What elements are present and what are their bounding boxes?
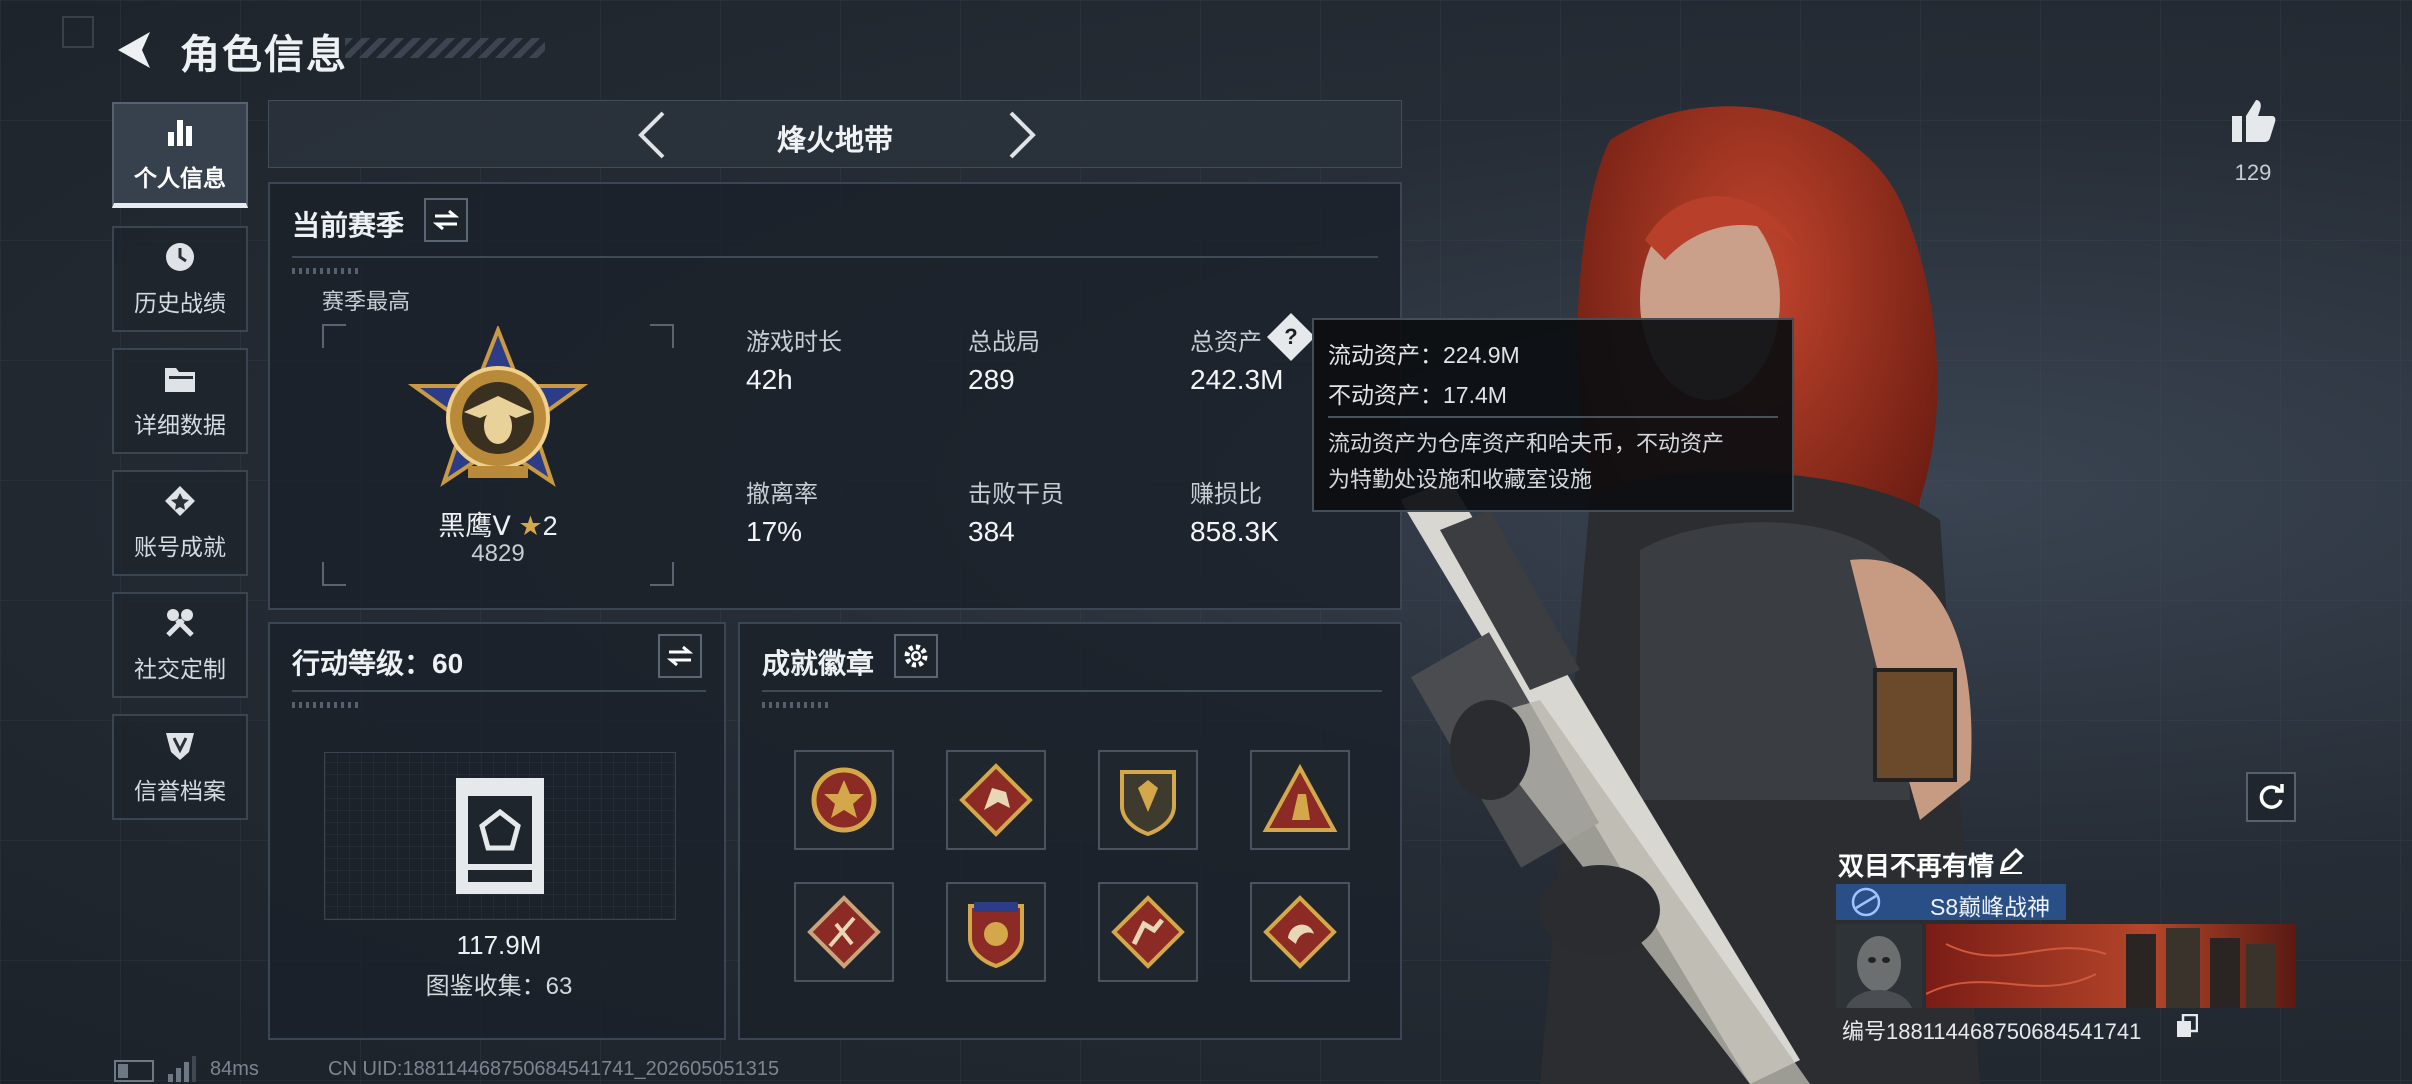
- action-level-panel: 行动等级：60 117.9M 图鉴收集：63: [268, 622, 726, 1040]
- rank-name-row: 黑鹰Ⅴ ★2: [322, 504, 674, 543]
- chevron-right-icon[interactable]: [1005, 109, 1041, 161]
- achievement-badge[interactable]: [1250, 750, 1350, 850]
- bar-chart-icon: [163, 115, 197, 149]
- season-best-label: 赛季最高: [322, 289, 411, 314]
- stat-label-playtime: 游戏时长: [746, 329, 842, 356]
- achievement-badge[interactable]: [1098, 882, 1198, 982]
- swap-icon: [667, 645, 693, 667]
- stat-value-playtime: 42h: [746, 364, 793, 395]
- achievement-badge[interactable]: [794, 750, 894, 850]
- swap-season-button[interactable]: [424, 198, 468, 242]
- tooltip-fixed-assets: 不动资产：17.4M: [1328, 382, 1507, 408]
- title-decoration: [345, 38, 545, 58]
- divider: [292, 256, 1378, 258]
- achievement-badge[interactable]: [946, 882, 1046, 982]
- nav-label: 历史战绩: [134, 290, 226, 316]
- thumbs-up-icon[interactable]: [2230, 98, 2276, 144]
- stat-value-profit-loss: 858.3K: [1190, 516, 1279, 547]
- stat-value-total-assets: 242.3M: [1190, 364, 1284, 395]
- nav-item-personal-info[interactable]: 个人信息: [112, 102, 248, 208]
- stat-label-profit-loss: 赚损比: [1190, 481, 1262, 508]
- player-title-bar: S8巅峰战神: [1836, 884, 2066, 920]
- stat-value-extract-rate: 17%: [746, 516, 803, 547]
- nav-label: 详细数据: [134, 412, 226, 438]
- achievements-title: 成就徽章: [762, 648, 875, 679]
- player-avatar[interactable]: [1836, 924, 1922, 1008]
- achievement-badge[interactable]: [946, 750, 1046, 850]
- swap-icon: [433, 209, 459, 231]
- stat-label-total-assets: 总资产: [1190, 329, 1262, 356]
- help-icon-glyph: ?: [1284, 324, 1298, 349]
- rank-emblem-icon: [408, 326, 588, 487]
- divider-dots: [292, 702, 362, 708]
- achievement-badge[interactable]: [794, 882, 894, 982]
- achievement-badge[interactable]: [1250, 882, 1350, 982]
- divider-dots: [292, 268, 362, 274]
- tooltip-divider: [1328, 416, 1778, 418]
- collection-count: 图鉴收集：63: [425, 973, 573, 1000]
- gear-icon: [904, 644, 928, 668]
- mode-selector: 烽火地带: [268, 100, 1402, 168]
- stat-value-kills: 384: [968, 516, 1015, 547]
- tools-icon: [163, 606, 197, 640]
- nav-item-history[interactable]: 历史战绩: [112, 226, 248, 332]
- nav-label: 个人信息: [134, 164, 226, 191]
- like-count: 129: [2234, 160, 2272, 185]
- player-id: 编号1881144687506845417​41: [1842, 1019, 2142, 1044]
- stat-value-matches: 289: [968, 364, 1015, 395]
- achievements-panel: 成就徽章: [738, 622, 1402, 1040]
- achievement-badge[interactable]: [1098, 750, 1198, 850]
- mode-label: 烽火地带: [776, 125, 893, 157]
- nav-item-detailed-data[interactable]: 详细数据: [112, 348, 248, 454]
- star-icon: ★: [518, 511, 543, 541]
- stat-label-kills: 击败干员: [968, 481, 1064, 508]
- back-arrow-icon[interactable]: [112, 28, 156, 72]
- copy-icon[interactable]: [2176, 1014, 2198, 1038]
- title-emblem-icon: [1851, 887, 1881, 917]
- stat-label-extract-rate: 撤离率: [746, 481, 818, 508]
- collection-value: 117.9M: [456, 930, 542, 960]
- nav-item-credit-record[interactable]: 信誉档案: [112, 714, 248, 820]
- rank-name: 黑鹰Ⅴ: [438, 511, 511, 541]
- tooltip-desc-line2: 为特勤处设施和收藏室设施: [1328, 467, 1593, 492]
- battery-icon: [114, 1060, 154, 1082]
- assets-tooltip: 流动资产：224.9M 不动资产：17.4M 流动资产为仓库资产和哈夫币，不动资…: [1312, 318, 1794, 512]
- ping: 84ms: [210, 1058, 259, 1080]
- uid: CN UID:1881144687506845417​41_2026050513…: [328, 1058, 780, 1080]
- refresh-button[interactable]: [2246, 772, 2296, 822]
- season-panel: 当前赛季 赛季最高 黑鹰Ⅴ ★2 4829 游戏时长 42h 总战局 289 总…: [268, 182, 1402, 610]
- nav-label: 信誉档案: [134, 778, 226, 804]
- shield-icon: [163, 728, 197, 762]
- season-title: 当前赛季: [292, 210, 405, 241]
- action-level-title: 行动等级：60: [292, 648, 464, 679]
- tooltip-desc-line1: 流动资产为仓库资产和哈夫币，不动资产: [1328, 431, 1725, 456]
- nav-item-achievements[interactable]: 账号成就: [112, 470, 248, 576]
- player-banner: [1926, 924, 2296, 1008]
- corner-decoration: [62, 16, 94, 48]
- signal-icon: [168, 1056, 196, 1082]
- divider: [292, 690, 706, 692]
- nav-item-social-custom[interactable]: 社交定制: [112, 592, 248, 698]
- nav-label: 社交定制: [134, 656, 226, 682]
- player-name: 双目不再有情: [1838, 851, 1995, 881]
- nav-label: 账号成就: [134, 534, 226, 560]
- player-title: S8巅峰战神: [1930, 894, 2051, 920]
- refresh-icon: [2259, 784, 2284, 809]
- stat-label-matches: 总战局: [968, 329, 1040, 356]
- page-title: 角色信息: [180, 33, 348, 77]
- collection-cabinet-icon: [456, 778, 544, 894]
- rank-stars: 2: [542, 511, 558, 541]
- rank-score: 4829: [471, 540, 525, 567]
- clock-icon: [163, 240, 197, 274]
- edit-icon[interactable]: [1998, 848, 2024, 874]
- achievements-settings-button[interactable]: [894, 634, 938, 678]
- tooltip-liquid-assets: 流动资产：224.9M: [1328, 342, 1520, 368]
- folder-icon: [163, 362, 197, 396]
- swap-level-button[interactable]: [658, 634, 702, 678]
- divider: [762, 690, 1382, 692]
- medal-icon: [163, 484, 197, 518]
- divider-dots: [762, 702, 832, 708]
